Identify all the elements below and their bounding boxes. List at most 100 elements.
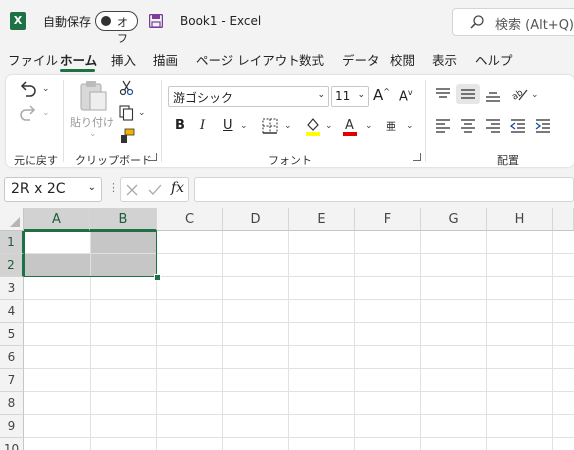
tab-review[interactable]: 校閲 [390,50,415,69]
column-header-d[interactable]: D [223,208,289,231]
copy-dropdown-icon[interactable]: ⌄ [138,108,146,118]
grow-font-button[interactable]: A^ [373,86,390,104]
worksheet-grid[interactable]: A B C D E F G H 1 2 3 4 5 6 7 8 9 10 [0,208,574,450]
copy-icon[interactable] [119,105,134,121]
row-header-6[interactable]: 6 [0,346,24,369]
chevron-down-icon: ⌄ [317,90,325,100]
gridline [420,231,421,450]
tab-insert[interactable]: 挿入 [111,50,136,69]
group-divider [425,80,426,162]
gridline [24,437,574,438]
cancel-icon[interactable] [126,184,138,196]
formula-actions: fx [120,177,189,202]
borders-dropdown-icon[interactable]: ⌄ [284,121,292,131]
fill-color-icon[interactable] [305,116,321,136]
column-header-h[interactable]: H [487,208,553,231]
grow-font-glyph: A [373,86,384,104]
chevron-down-icon: ⌄ [357,90,365,100]
excel-logo-icon: X [10,12,26,30]
search-icon [470,15,484,29]
paste-dropdown-icon[interactable]: ⌄ [89,129,97,139]
fill-color-dropdown-icon[interactable]: ⌄ [325,121,333,131]
paste-icon[interactable] [78,80,108,112]
font-color-dropdown-icon[interactable]: ⌄ [365,121,373,131]
search-box[interactable]: 検索 (Alt+Q) [452,8,574,36]
row-header-4[interactable]: 4 [0,300,24,323]
font-size-select[interactable]: 11 ⌄ [331,86,369,107]
formula-input[interactable] [194,177,574,202]
align-middle-button[interactable] [456,84,480,104]
gridline [486,231,487,450]
phonetic-dropdown-icon[interactable]: ⌄ [406,121,414,131]
row-header-10[interactable]: 10 [0,438,24,450]
undo-dropdown-icon[interactable]: ⌄ [42,84,50,94]
column-header-b[interactable]: B [90,208,157,231]
align-middle-icon [461,89,475,99]
align-center-icon[interactable] [459,118,477,134]
row-header-2[interactable]: 2 [0,254,24,277]
tab-formulas[interactable]: 数式 [299,50,324,69]
tab-page-layout[interactable]: ページ レイアウト [196,50,300,69]
orientation-icon[interactable]: ab [510,86,528,102]
row-header-7[interactable]: 7 [0,369,24,392]
row-header-3[interactable]: 3 [0,277,24,300]
column-header-e[interactable]: E [289,208,355,231]
gridline [24,345,574,346]
bold-button[interactable]: B [175,118,185,133]
tab-home[interactable]: ホーム [60,50,97,69]
redo-icon[interactable] [18,104,38,122]
orientation-dropdown-icon[interactable]: ⌄ [531,90,539,100]
select-all-triangle-icon [10,217,20,227]
clipboard-launcher-icon[interactable] [149,153,157,161]
autosave-label: 自動保存 [43,15,92,29]
align-left-icon[interactable] [434,118,452,134]
tab-help[interactable]: ヘルプ [475,50,513,69]
fill-handle[interactable] [154,274,161,281]
column-header-f[interactable]: F [355,208,421,231]
align-right-icon[interactable] [484,118,502,134]
autosave-toggle[interactable]: オフ [95,11,138,45]
align-bottom-icon[interactable] [484,88,502,104]
redo-dropdown-icon[interactable]: ⌄ [42,108,50,118]
gridline [24,322,574,323]
underline-dropdown-icon[interactable]: ⌄ [240,121,248,131]
row-header-8[interactable]: 8 [0,392,24,415]
paste-label[interactable]: 貼り付け [70,114,114,130]
clipboard-group-label: クリップボード [75,154,152,167]
tab-view[interactable]: 表示 [432,50,457,69]
align-top-icon[interactable] [434,86,452,102]
borders-icon[interactable] [262,118,278,134]
decrease-indent-icon[interactable] [509,118,527,134]
column-header-a[interactable]: A [24,208,90,231]
more-options-icon[interactable]: ⋮ [108,181,119,194]
shrink-font-glyph: A [399,89,408,105]
increase-indent-icon[interactable] [534,118,552,134]
tab-data[interactable]: データ [342,50,380,69]
italic-button[interactable]: I [200,118,205,133]
tab-draw[interactable]: 描画 [153,50,178,69]
row-header-1[interactable]: 1 [0,231,24,254]
font-launcher-icon[interactable] [413,153,421,161]
name-box[interactable]: 2R x 2C ⌄ [4,177,102,202]
tab-file[interactable]: ファイル [8,50,58,69]
save-icon[interactable] [149,14,163,28]
enter-check-icon[interactable] [148,184,162,196]
undo-icon[interactable] [18,80,38,98]
column-header-c[interactable]: C [157,208,223,231]
row-header-5[interactable]: 5 [0,323,24,346]
font-name-select[interactable]: 游ゴシック ⌄ [168,86,329,107]
gridline [222,231,223,450]
phonetic-guide-button[interactable]: 亜 [386,118,396,133]
shrink-font-button[interactable]: Av [399,88,413,104]
underline-button[interactable]: U [223,118,233,133]
column-header-i[interactable] [553,208,574,231]
active-tab-indicator [60,69,95,72]
gridline [24,299,574,300]
cut-icon[interactable] [119,80,134,96]
column-header-g[interactable]: G [421,208,487,231]
format-painter-icon[interactable] [119,128,135,144]
insert-function-button[interactable]: fx [171,180,184,196]
font-color-icon[interactable]: A [342,116,358,136]
gridline [24,368,574,369]
row-header-9[interactable]: 9 [0,415,24,438]
